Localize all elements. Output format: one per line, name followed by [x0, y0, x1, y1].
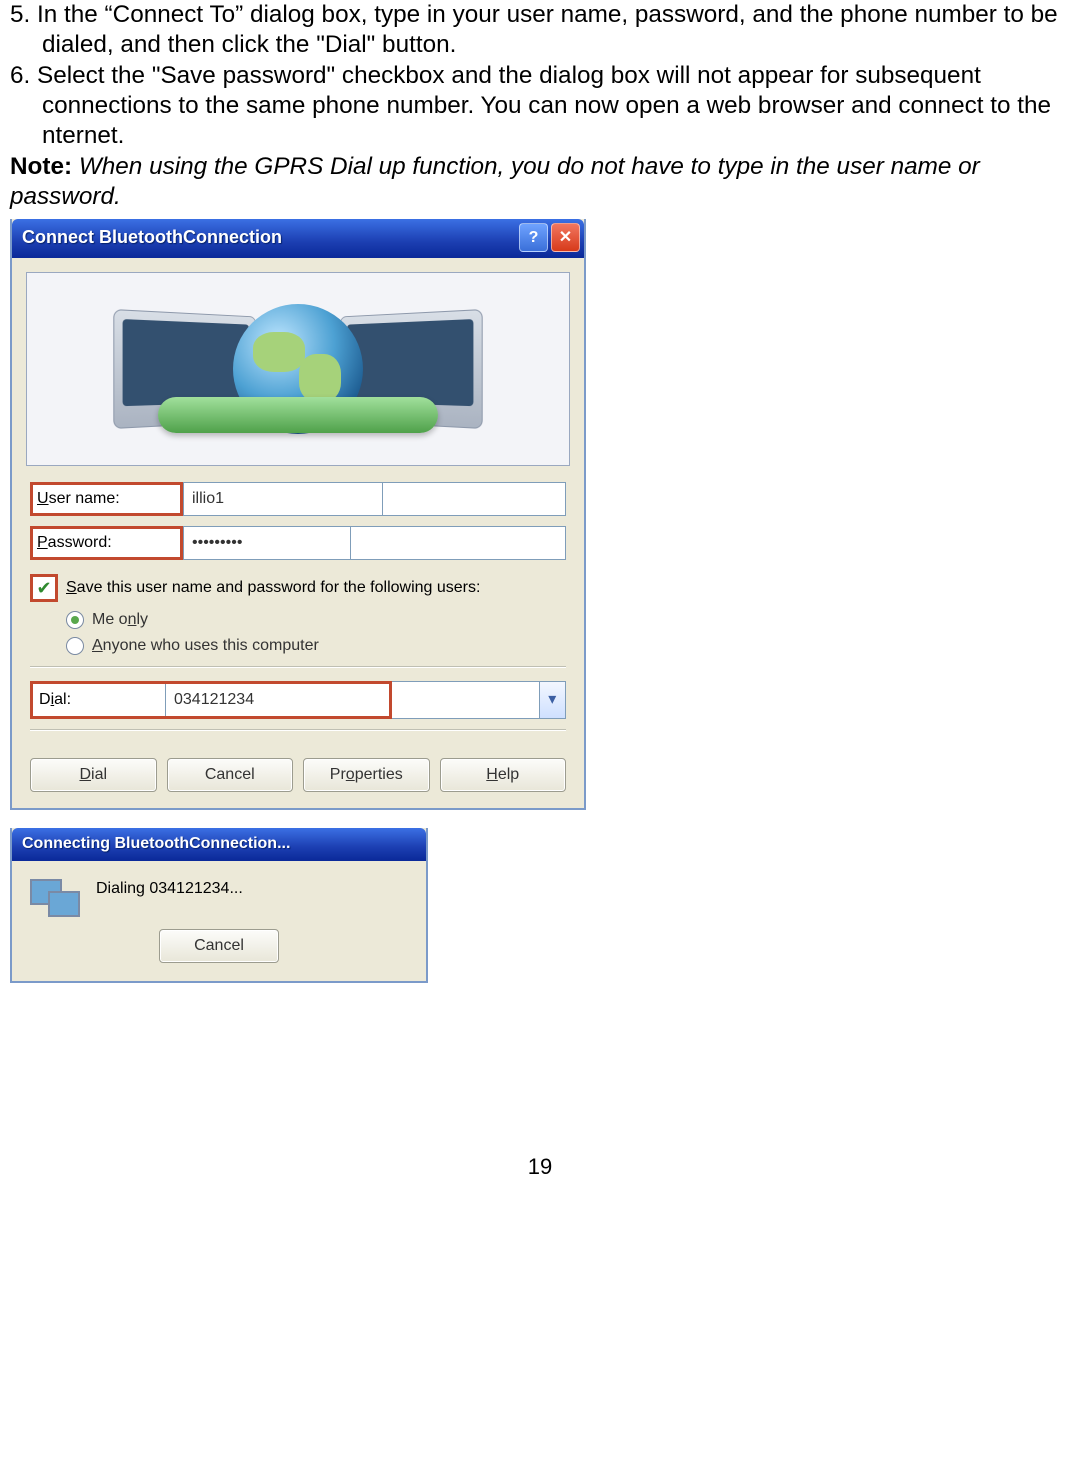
password-label: Password:: [30, 526, 183, 560]
step5-line2: dialed, and then click the "Dial" button…: [10, 30, 1070, 60]
save-block: ✔ Save this user name and password for t…: [30, 574, 566, 656]
radio-me-label: Me only: [92, 610, 148, 630]
username-input[interactable]: [183, 482, 383, 516]
dial-input[interactable]: [166, 684, 389, 716]
radio-anyone[interactable]: Anyone who uses this computer: [66, 636, 566, 656]
connecting-title: Connecting BluetoothConnection...: [22, 834, 422, 854]
save-password-label: Save this user name and password for the…: [66, 578, 480, 598]
cancel-button[interactable]: Cancel: [167, 758, 294, 792]
chevron-down-icon: ▾: [548, 690, 556, 710]
step6-line2: connections to the same phone number. Yo…: [10, 91, 1070, 121]
dial-button[interactable]: Dial: [30, 758, 157, 792]
dial-dropdown-button[interactable]: ▾: [540, 681, 566, 719]
radio-unselected-icon: [66, 637, 84, 655]
connect-dialog: Connect BluetoothConnection ? ✕ User nam…: [10, 219, 586, 810]
radio-selected-icon: [66, 611, 84, 629]
close-icon[interactable]: ✕: [551, 223, 580, 252]
connecting-cancel-button[interactable]: Cancel: [159, 929, 279, 963]
page-number: 19: [10, 1153, 1070, 1181]
button-row: Dial Cancel Properties Help: [12, 752, 584, 808]
note-line2: password.: [10, 182, 1070, 212]
dial-label: Dial:: [33, 684, 166, 716]
step6-line3: nternet.: [10, 121, 1070, 151]
help-button[interactable]: Help: [440, 758, 567, 792]
password-row: Password:: [30, 526, 566, 560]
connect-title: Connect BluetoothConnection: [22, 226, 516, 249]
step6-line1: 6. Select the "Save password" checkbox a…: [10, 61, 1070, 91]
save-password-checkbox[interactable]: ✔: [30, 574, 58, 602]
properties-button[interactable]: Properties: [303, 758, 430, 792]
connecting-titlebar[interactable]: Connecting BluetoothConnection...: [12, 828, 426, 861]
connect-titlebar[interactable]: Connect BluetoothConnection ? ✕: [12, 219, 584, 258]
username-row: User name:: [30, 482, 566, 516]
connecting-status: Dialing 034121234...: [96, 879, 243, 899]
dial-rest[interactable]: [392, 681, 540, 719]
note-line1: Note: When using the GPRS Dial up functi…: [10, 152, 1070, 182]
check-icon: ✔: [36, 579, 51, 597]
dial-row: Dial: ▾: [30, 681, 566, 719]
connecting-dialog: Connecting BluetoothConnection... Dialin…: [10, 828, 428, 983]
separator-2: [30, 729, 566, 730]
username-rest[interactable]: [383, 482, 566, 516]
username-label: User name:: [30, 482, 183, 516]
password-rest[interactable]: [351, 526, 566, 560]
radio-anyone-label: Anyone who uses this computer: [92, 636, 319, 656]
help-icon[interactable]: ?: [519, 223, 548, 252]
connect-banner-image: [26, 272, 570, 466]
note-text1: When using the GPRS Dial up function, yo…: [72, 153, 980, 180]
network-connection-icon: [30, 879, 80, 919]
radio-me-only[interactable]: Me only: [66, 610, 566, 630]
password-input[interactable]: [183, 526, 351, 560]
step5-line1: 5. In the “Connect To” dialog box, type …: [10, 0, 1070, 30]
ribbon-icon: [158, 397, 438, 433]
note-label: Note:: [10, 153, 72, 180]
separator: [30, 666, 566, 667]
